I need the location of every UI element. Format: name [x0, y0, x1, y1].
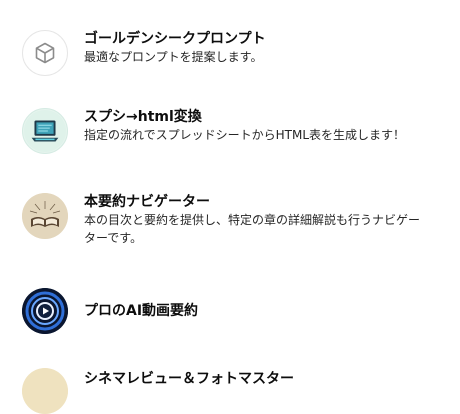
- gpt-title: シネマレビュー＆フォトマスター: [84, 371, 294, 387]
- cinema-icon: [22, 368, 68, 414]
- laptop-icon: [22, 108, 68, 154]
- gpt-title: ゴールデンシークプロンプト: [84, 31, 266, 47]
- gpt-title: スプシ→html変換: [84, 109, 202, 125]
- play-icon: [22, 288, 68, 334]
- gpt-list-item[interactable]: 本要約ナビゲーター 本の目次と要約を提供し、特定の章の詳細解説も行うナビゲーター…: [22, 193, 450, 247]
- gpt-description: 最適なプロンプトを提案します。: [84, 50, 263, 64]
- gpt-description: 本の目次と要約を提供し、特定の章の詳細解説も行うナビゲーターです。: [84, 213, 421, 245]
- gpt-title: プロのAI動画要約: [84, 303, 199, 319]
- gpt-list-item[interactable]: プロのAI動画要約: [22, 288, 450, 334]
- gpt-description: 指定の流れでスプレッドシートからHTML表を生成します！: [84, 128, 406, 142]
- cube-icon: [22, 30, 68, 76]
- gpt-list-item[interactable]: シネマレビュー＆フォトマスター: [22, 368, 450, 414]
- gpt-list-item[interactable]: スプシ→html変換 指定の流れでスプレッドシートからHTML表を生成します！: [22, 108, 450, 154]
- gpt-title: 本要約ナビゲーター: [84, 194, 210, 210]
- book-icon: [22, 193, 68, 239]
- gpt-list-item[interactable]: ゴールデンシークプロンプト 最適なプロンプトを提案します。: [22, 30, 450, 76]
